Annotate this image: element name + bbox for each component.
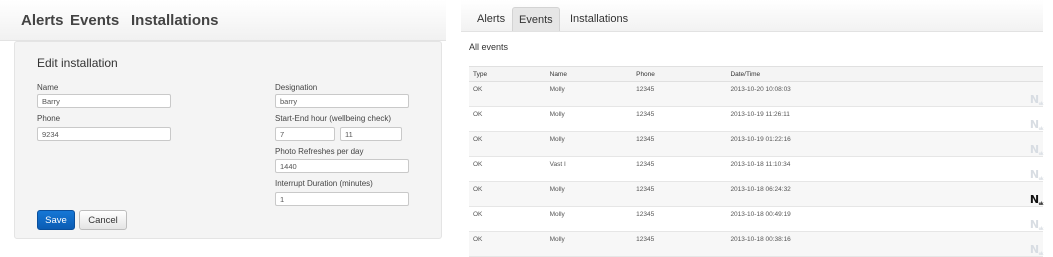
events-navbar: Alerts Events Installations (461, 0, 1043, 32)
cell-datetime: 2013-10-18 11:10:34 (726, 156, 958, 182)
status-letter: N (1029, 118, 1039, 131)
edit-installation-panel: Alerts Events Installations Edit install… (0, 0, 446, 243)
events-table: Type Name Phone Date/Time OK Molly 12345 20… (469, 66, 1044, 257)
name-label: Name (37, 83, 59, 92)
status-letter: N (1029, 143, 1039, 156)
cell-name: Molly (545, 181, 633, 207)
cell-name: Vast I (545, 156, 633, 182)
cell-phone: 12345 (632, 206, 727, 232)
col-header-datetime: Date/Time (726, 66, 958, 82)
cell-name: Molly (545, 206, 633, 232)
cell-phone: 12345 (632, 106, 727, 132)
status-sub: ok (1038, 251, 1044, 256)
cell-name: Molly (545, 131, 633, 157)
end-hour-input[interactable] (340, 127, 402, 141)
nest-logo-icon[interactable]: Nok (1029, 218, 1044, 231)
cell-type: OK (469, 181, 546, 207)
cell-phone: 12345 (632, 181, 727, 207)
status-letter: N (1029, 193, 1039, 206)
col-header-type: Type (469, 66, 546, 82)
save-button[interactable]: Save (37, 210, 75, 230)
nest-logo-icon[interactable]: Nok (1029, 143, 1044, 156)
cell-type: OK (469, 131, 546, 157)
status-letter: N (1029, 168, 1039, 181)
cell-status: Nok (957, 156, 1044, 182)
cell-status: Nok (957, 106, 1044, 132)
cell-name: Molly (545, 106, 633, 132)
table-row[interactable]: OK Molly 12345 2013-10-20 10:08:03 Nok (469, 81, 1044, 107)
nest-logo-icon[interactable]: Nok (1029, 243, 1044, 256)
col-header-status (957, 66, 1043, 82)
photo-refreshes-input[interactable] (275, 159, 409, 173)
hours-label: Start-End hour (wellbeing check) (275, 114, 392, 123)
cell-datetime: 2013-10-19 01:22:16 (726, 131, 958, 157)
cell-name: Molly (545, 231, 633, 257)
nav-alerts[interactable]: Alerts (21, 12, 64, 29)
cell-name: Molly (545, 81, 633, 107)
status-sub: ok (1038, 126, 1044, 131)
cell-datetime: 2013-10-18 06:24:32 (726, 181, 958, 207)
status-letter: N (1029, 218, 1039, 231)
status-letter: N (1029, 243, 1039, 256)
status-sub: ok (1038, 176, 1044, 181)
top-navbar: Alerts Events Installations (0, 0, 446, 41)
cell-datetime: 2013-10-18 00:49:19 (726, 206, 958, 232)
status-letter: N (1029, 93, 1039, 106)
status-sub: ok (1038, 101, 1044, 106)
cell-datetime: 2013-10-18 00:38:16 (726, 231, 958, 257)
cell-phone: 12345 (632, 156, 727, 182)
table-row[interactable]: OK Molly 12345 2013-10-18 00:49:19 Nok (469, 206, 1044, 232)
photo-refreshes-label: Photo Refreshes per day (275, 147, 364, 156)
name-input[interactable] (37, 94, 171, 108)
cell-status: Nok (957, 81, 1044, 107)
section-title: All events (469, 42, 509, 52)
table-row[interactable]: OK Vast I 12345 2013-10-18 11:10:34 Nok (469, 156, 1044, 182)
designation-label: Designation (275, 83, 318, 92)
cell-type: OK (469, 206, 546, 232)
cell-phone: 12345 (632, 231, 727, 257)
cell-type: OK (469, 106, 546, 132)
status-sub: ok (1038, 151, 1044, 156)
edit-installation-form: Edit installation Name Phone Designation… (14, 41, 442, 239)
tab-alerts[interactable]: Alerts (477, 7, 505, 31)
tab-events[interactable]: Events (512, 7, 560, 31)
cell-status: Nok (957, 131, 1044, 157)
cell-status: Nok (957, 181, 1044, 207)
events-panel: Alerts Events Installations All events T… (461, 0, 1053, 257)
cell-phone: 12345 (632, 81, 727, 107)
table-row[interactable]: OK Molly 12345 2013-10-18 06:24:32 Nok (469, 181, 1044, 207)
phone-input[interactable] (37, 127, 171, 141)
cell-datetime: 2013-10-19 11:26:11 (726, 106, 958, 132)
form-title: Edit installation (37, 56, 118, 70)
interrupt-duration-input[interactable] (275, 192, 409, 206)
nest-logo-icon[interactable]: Nok (1029, 93, 1044, 106)
nav-events[interactable]: Events (70, 12, 119, 29)
interrupt-duration-label: Interrupt Duration (minutes) (275, 179, 373, 188)
status-sub: ok (1038, 201, 1044, 206)
cancel-button[interactable]: Cancel (79, 210, 127, 230)
cell-status: Nok (957, 206, 1044, 232)
cell-type: OK (469, 81, 546, 107)
col-header-name: Name (545, 66, 633, 82)
cell-datetime: 2013-10-20 10:08:03 (726, 81, 958, 107)
start-hour-input[interactable] (275, 127, 335, 141)
nest-logo-icon[interactable]: Nok (1029, 118, 1044, 131)
nest-logo-icon[interactable]: Nok (1029, 193, 1044, 206)
table-row[interactable]: OK Molly 12345 2013-10-19 11:26:11 Nok (469, 106, 1044, 132)
table-row[interactable]: OK Molly 12345 2013-10-18 00:38:16 Nok (469, 231, 1044, 257)
tab-installations[interactable]: Installations (570, 7, 628, 31)
cell-type: OK (469, 156, 546, 182)
col-header-phone: Phone (632, 66, 727, 82)
phone-label: Phone (37, 114, 61, 123)
table-header-row: Type Name Phone Date/Time (469, 66, 1043, 82)
cell-phone: 12345 (632, 131, 727, 157)
designation-input[interactable] (275, 94, 409, 108)
table-row[interactable]: OK Molly 12345 2013-10-19 01:22:16 Nok (469, 131, 1044, 157)
status-sub: ok (1038, 226, 1044, 231)
cell-status: Nok (957, 231, 1044, 257)
cell-type: OK (469, 231, 546, 257)
nav-installations[interactable]: Installations (131, 12, 219, 29)
nest-logo-icon[interactable]: Nok (1029, 168, 1044, 181)
